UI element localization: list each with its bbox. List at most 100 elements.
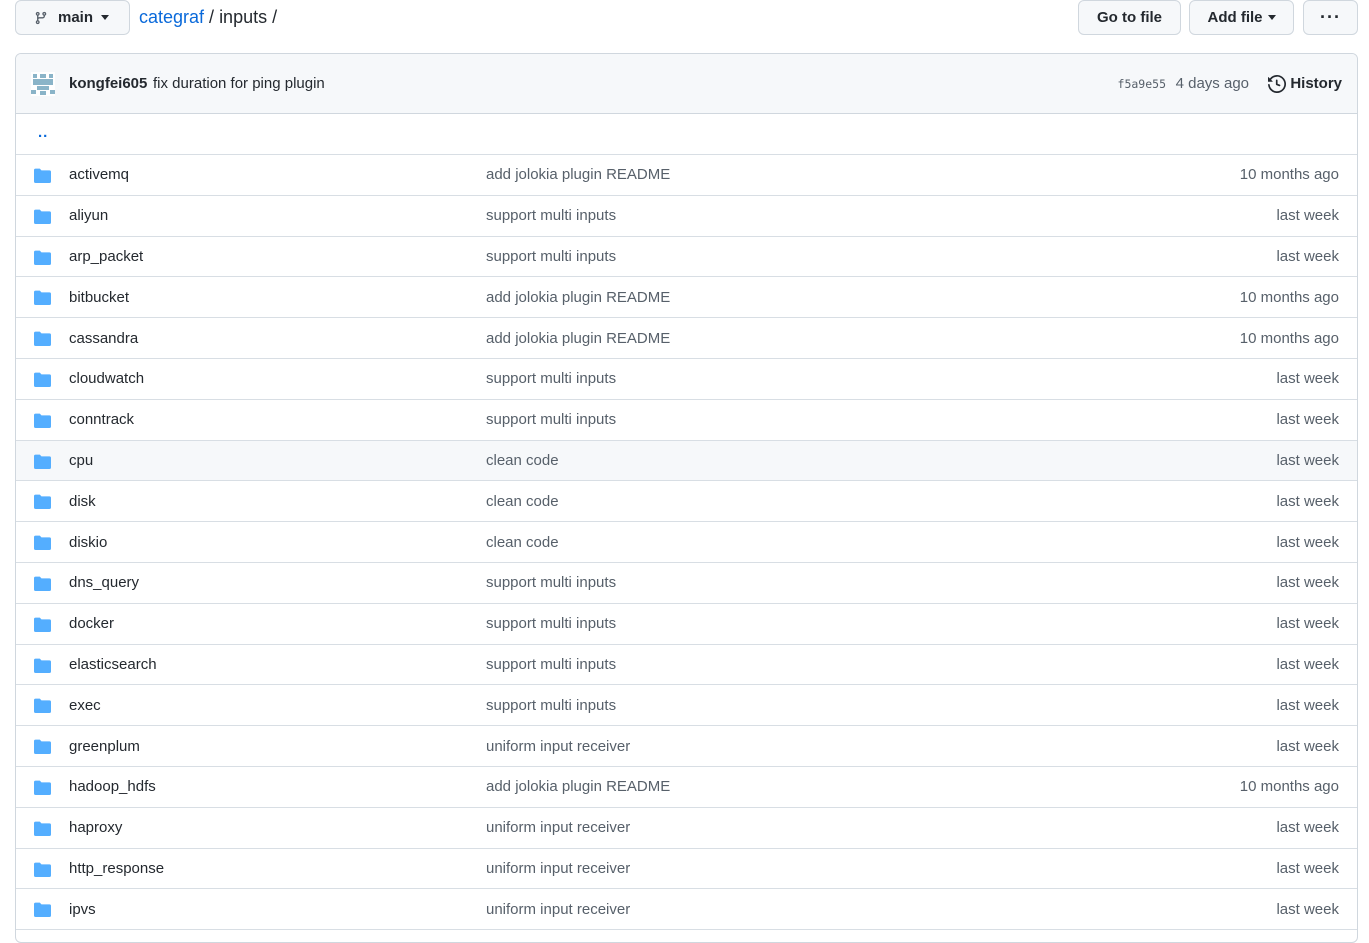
file-commit-age: last week	[1276, 737, 1339, 755]
folder-icon	[34, 739, 51, 755]
file-name-link[interactable]: diskio	[69, 534, 107, 551]
breadcrumb: categraf / inputs /	[139, 0, 282, 35]
table-row[interactable]: hadoop_hdfs add jolokia plugin README 10 m…	[16, 767, 1357, 808]
commit-message-link[interactable]: fix duration for ping plugin	[153, 75, 325, 92]
file-name-link[interactable]: conntrack	[69, 411, 134, 428]
file-commit-message-link[interactable]: support multi inputs	[486, 370, 616, 387]
file-commit-age: last week	[1276, 819, 1339, 837]
branch-selector-button[interactable]: main	[15, 0, 130, 35]
avatar[interactable]	[31, 72, 55, 96]
file-commit-message-link[interactable]: add jolokia plugin README	[486, 289, 670, 306]
go-to-file-button[interactable]: Go to file	[1078, 0, 1181, 35]
latest-commit-bar: kongfei605 fix duration for ping plugin …	[16, 54, 1357, 114]
folder-icon	[34, 290, 51, 306]
file-commit-message-link[interactable]: add jolokia plugin README	[486, 330, 670, 347]
table-row[interactable]: exec support multi inputs last week	[16, 685, 1357, 727]
file-name-link[interactable]: cloudwatch	[69, 370, 144, 387]
table-row[interactable]: arp_packet support multi inputs last week	[16, 237, 1357, 278]
table-row[interactable]: http_response uniform input receiver last …	[16, 849, 1357, 890]
file-commit-message-link[interactable]: support multi inputs	[486, 574, 616, 591]
file-name-link[interactable]: elasticsearch	[69, 656, 157, 673]
folder-icon	[34, 617, 51, 632]
file-name-link[interactable]: haproxy	[69, 819, 122, 836]
file-name-link[interactable]: bitbucket	[69, 289, 129, 306]
file-commit-message-link[interactable]: uniform input receiver	[486, 901, 630, 918]
file-commit-age: last week	[1276, 655, 1339, 673]
table-row[interactable]: diskio clean code last week	[16, 522, 1357, 563]
file-commit-age: last week	[1276, 492, 1339, 510]
folder-icon	[34, 250, 51, 265]
folder-icon	[34, 372, 51, 387]
add-file-button[interactable]: Add file	[1189, 0, 1294, 35]
table-row[interactable]: cloudwatch support multi inputs last week	[16, 359, 1357, 400]
folder-icon	[34, 535, 51, 551]
file-name-link[interactable]: greenplum	[69, 738, 140, 755]
file-commit-message-link[interactable]: add jolokia plugin README	[486, 166, 670, 183]
file-commit-message-link[interactable]: uniform input receiver	[486, 738, 630, 755]
table-row[interactable]: haproxy uniform input receiver last week	[16, 808, 1357, 849]
file-commit-age: 10 months ago	[1239, 329, 1339, 347]
table-row[interactable]: disk clean code last week	[16, 481, 1357, 523]
commit-author-link[interactable]: kongfei605	[69, 75, 147, 92]
file-commit-age: 10 months ago	[1239, 778, 1339, 796]
file-commit-message-link[interactable]: support multi inputs	[486, 248, 616, 265]
more-options-button[interactable]: ···	[1303, 0, 1358, 35]
file-commit-message-link[interactable]: clean code	[486, 493, 559, 510]
file-name-link[interactable]: dns_query	[69, 574, 139, 591]
breadcrumb-repo-link[interactable]: categraf	[139, 7, 204, 28]
file-name-link[interactable]: hadoop_hdfs	[69, 778, 156, 795]
parent-directory-link[interactable]: ..	[38, 124, 48, 141]
file-name-link[interactable]: cassandra	[69, 330, 138, 347]
folder-icon	[34, 658, 51, 673]
history-label: History	[1290, 75, 1342, 92]
file-commit-age: last week	[1276, 207, 1339, 225]
table-row[interactable]: aliyun support multi inputs last week	[16, 196, 1357, 237]
file-commit-age: last week	[1276, 533, 1339, 551]
file-commit-age: last week	[1276, 859, 1339, 877]
file-commit-message-link[interactable]: support multi inputs	[486, 207, 616, 224]
folder-icon	[34, 331, 51, 347]
file-commit-age: last week	[1276, 696, 1339, 714]
file-commit-message-link[interactable]: add jolokia plugin README	[486, 778, 670, 795]
file-name-link[interactable]: arp_packet	[69, 248, 143, 265]
file-name-link[interactable]: docker	[69, 615, 114, 632]
file-commit-message-link[interactable]: support multi inputs	[486, 615, 616, 632]
commit-age: 4 days ago	[1175, 75, 1249, 92]
table-row[interactable]: ipvs uniform input receiver last week	[16, 889, 1357, 931]
folder-icon	[34, 494, 51, 510]
file-name-link[interactable]: ipvs	[69, 901, 96, 918]
file-name-link[interactable]: cpu	[69, 452, 93, 469]
file-commit-message-link[interactable]: uniform input receiver	[486, 860, 630, 877]
file-name-link[interactable]: aliyun	[69, 207, 108, 224]
table-row[interactable]: cpu clean code last week	[16, 440, 1357, 482]
folder-icon	[34, 862, 51, 877]
file-commit-age: 10 months ago	[1239, 166, 1339, 184]
file-commit-message-link[interactable]: support multi inputs	[486, 656, 616, 673]
parent-directory-row[interactable]: ..	[16, 114, 1357, 155]
table-row[interactable]: activemq add jolokia plugin README 10 mont…	[16, 155, 1357, 196]
table-row[interactable]: docker support multi inputs last week	[16, 604, 1357, 645]
file-commit-message-link[interactable]: uniform input receiver	[486, 819, 630, 836]
file-commit-age: last week	[1276, 574, 1339, 592]
file-commit-age: last week	[1276, 900, 1339, 918]
table-row[interactable]: bitbucket add jolokia plugin README 10 mon…	[16, 277, 1357, 319]
table-row[interactable]: cassandra add jolokia plugin README 10 mon…	[16, 318, 1357, 359]
table-row[interactable]: dns_query support multi inputs last week	[16, 563, 1357, 604]
file-commit-message-link[interactable]: clean code	[486, 452, 559, 469]
table-row[interactable]: conntrack support multi inputs last week	[16, 400, 1357, 441]
file-commit-age: last week	[1276, 615, 1339, 633]
file-name-link[interactable]: disk	[69, 493, 96, 510]
file-name-link[interactable]: http_response	[69, 860, 164, 877]
file-name-link[interactable]: exec	[69, 697, 101, 714]
table-row[interactable]: greenplum uniform input receiver last week	[16, 726, 1357, 767]
file-name-link[interactable]: activemq	[69, 166, 129, 183]
history-button[interactable]: History	[1268, 74, 1342, 93]
add-file-label: Add file	[1207, 9, 1263, 26]
table-row[interactable]: elasticsearch support multi inputs last we…	[16, 645, 1357, 686]
history-icon	[1268, 74, 1287, 93]
file-commit-message-link[interactable]: support multi inputs	[486, 411, 616, 428]
file-commit-message-link[interactable]: support multi inputs	[486, 697, 616, 714]
file-commit-message-link[interactable]: clean code	[486, 534, 559, 551]
file-commit-age: 10 months ago	[1239, 288, 1339, 306]
commit-sha-link[interactable]: f5a9e55	[1118, 77, 1166, 91]
